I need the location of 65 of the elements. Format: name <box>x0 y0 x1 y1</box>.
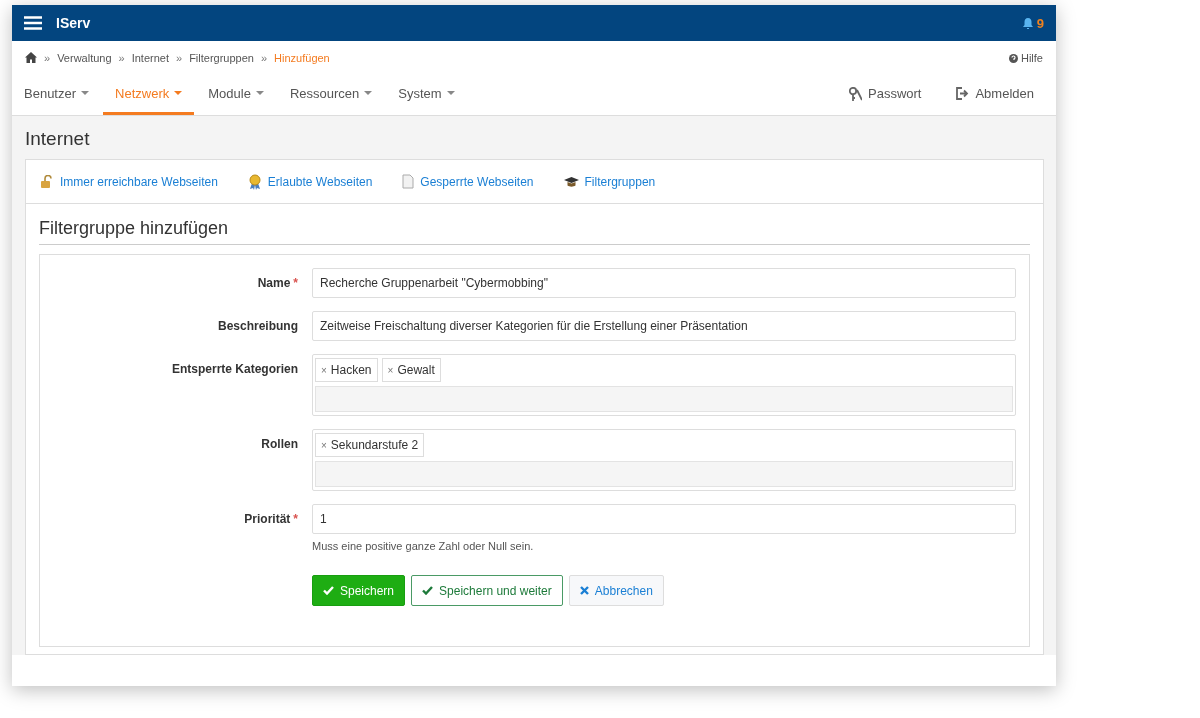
logout-icon <box>955 87 970 100</box>
notification-button[interactable]: 9 <box>1020 13 1046 33</box>
nav-tab[interactable]: Module <box>196 75 276 115</box>
field-label: Priorität <box>244 512 291 526</box>
tag-label: Sekundarstufe 2 <box>330 438 419 452</box>
home-link[interactable] <box>25 51 37 65</box>
input-field[interactable]: 1 <box>312 504 1016 534</box>
medal-icon <box>247 173 262 190</box>
remove-tag-button[interactable]: × <box>321 364 327 376</box>
field-label: Name <box>257 276 291 290</box>
password-link[interactable]: Passwort <box>837 75 934 115</box>
nav-tab[interactable]: Ressourcen <box>277 75 385 115</box>
section-link[interactable]: Gesperrte Webseiten <box>402 174 534 189</box>
caret-icon <box>446 91 455 96</box>
document-icon <box>402 174 415 189</box>
breadcrumb-separator: » <box>118 52 125 64</box>
field-label: Beschreibung <box>218 319 298 333</box>
input-field[interactable]: Recherche Gruppenarbeit "Cybermobbing" <box>312 268 1016 298</box>
help-link[interactable]: Hilfe <box>1009 52 1043 64</box>
field-label: Rollen <box>261 437 298 451</box>
breadcrumb-link[interactable]: Internet <box>131 52 169 64</box>
check-icon <box>323 586 334 595</box>
logout-link[interactable]: Abmelden <box>943 75 1046 115</box>
tag-select-field[interactable]: × Hacken × Gewalt <box>312 354 1016 416</box>
caret-icon <box>174 91 183 96</box>
tag-label: Hacken <box>330 363 372 377</box>
keys-icon <box>849 86 862 101</box>
breadcrumb-separator: » <box>44 52 51 64</box>
page-title: Internet <box>25 128 91 150</box>
cancel-button[interactable]: Abbrechen <box>568 575 664 606</box>
help-text: Muss eine positive ganze Zahl oder Null sein. <box>312 540 535 552</box>
nav-tab[interactable]: System <box>386 75 467 115</box>
menu-button[interactable] <box>22 14 44 32</box>
check-icon <box>422 586 434 595</box>
required-mark: * <box>293 512 298 526</box>
home-icon <box>25 51 37 63</box>
app-title: IServ <box>56 15 92 31</box>
bell-icon <box>1022 17 1033 29</box>
breadcrumb-link[interactable]: Filtergruppen <box>189 52 254 64</box>
section-link[interactable]: Erlaubte Webseiten <box>247 173 373 190</box>
tag-input[interactable] <box>315 386 1013 412</box>
field-label: Entsperrte Kategorien <box>171 362 298 376</box>
remove-tag-button[interactable]: × <box>387 364 394 376</box>
padlock-icon <box>40 174 54 189</box>
breadcrumb-separator: » <box>260 52 268 64</box>
remove-tag-button[interactable]: × <box>321 439 327 451</box>
breadcrumb-link[interactable]: Verwaltung <box>57 52 112 64</box>
close-icon <box>579 586 589 595</box>
caret-icon <box>255 91 264 96</box>
section-link[interactable]: Immer erreichbare Webseiten <box>40 174 218 189</box>
input-field[interactable]: Zeitweise Freischaltung diverser Kategorien für die Erstellung einer Präsentation <box>312 311 1016 341</box>
graduation-cap-icon <box>563 175 579 188</box>
form-title: Filtergruppe hinzufügen <box>39 218 1030 245</box>
tag-label: Gewalt <box>397 363 435 377</box>
caret-icon <box>364 91 373 96</box>
menu-icon <box>24 16 42 30</box>
save-button[interactable]: Speichern und weiter <box>411 575 563 606</box>
help-icon <box>1009 53 1018 63</box>
required-mark: * <box>293 276 298 290</box>
tag-input[interactable] <box>315 461 1013 487</box>
tag-select-field[interactable]: × Sekundarstufe 2 <box>312 429 1016 491</box>
caret-icon <box>81 91 90 96</box>
nav-tab[interactable]: Benutzer <box>12 75 102 115</box>
section-link[interactable]: Filtergruppen <box>563 174 656 189</box>
breadcrumb-separator: » <box>176 52 183 64</box>
